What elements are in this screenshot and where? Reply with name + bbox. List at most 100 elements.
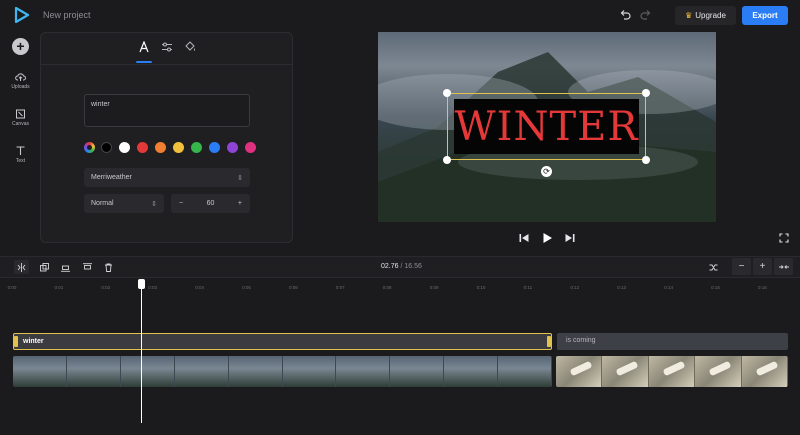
skip-forward-icon[interactable] xyxy=(564,232,576,244)
ruler-tick-label: 0:09 xyxy=(429,285,439,290)
video-thumbnail xyxy=(390,356,445,387)
swatch-white[interactable] xyxy=(119,142,130,153)
ruler-tick-label: 0:03 xyxy=(148,285,158,290)
font-size-value: 60 xyxy=(206,200,215,207)
selection-box[interactable] xyxy=(447,93,646,160)
upgrade-button[interactable]: ♛ Upgrade xyxy=(675,6,736,25)
split-button[interactable] xyxy=(14,260,29,274)
trash-icon xyxy=(105,263,112,272)
ruler-tick-label: 0:00 xyxy=(7,285,17,290)
rotate-handle-icon[interactable]: ⟳ xyxy=(541,166,552,177)
resize-handle-top-right[interactable] xyxy=(642,89,650,97)
color-picker-button[interactable] xyxy=(84,142,95,153)
video-thumbnail xyxy=(602,356,649,387)
skip-back-icon[interactable] xyxy=(518,232,530,244)
text-icon xyxy=(16,146,25,155)
swatch-orange[interactable] xyxy=(155,142,166,153)
ruler-tick-label: 0:13 xyxy=(617,285,627,290)
rail-item-uploads[interactable]: Uploads xyxy=(3,72,38,90)
current-time: 02.76 xyxy=(381,263,399,270)
font-family-select[interactable]: Merriweather ⇕ xyxy=(84,168,250,187)
clip-trim-handle-left[interactable] xyxy=(14,336,18,347)
font-style-value: Normal xyxy=(91,200,114,207)
rail-item-canvas[interactable]: Canvas xyxy=(3,109,38,127)
chevron-updown-icon: ⇕ xyxy=(151,200,157,208)
duplicate-button[interactable] xyxy=(37,260,52,274)
swatch-green[interactable] xyxy=(191,142,202,153)
rail-label-text: Text xyxy=(15,158,26,164)
ruler-tick-label: 0:04 xyxy=(195,285,204,290)
text-tab-icon[interactable] xyxy=(138,41,150,53)
video-thumbnail xyxy=(336,356,391,387)
ruler-tick-label: 0:07 xyxy=(335,285,345,290)
video-clip-snow[interactable] xyxy=(556,356,788,387)
expand-timeline-button[interactable] xyxy=(774,258,793,275)
time-separator: / xyxy=(400,263,403,270)
swatch-pink[interactable] xyxy=(245,142,256,153)
split-icon xyxy=(17,262,26,272)
video-thumbnail xyxy=(741,356,788,387)
video-thumbnail xyxy=(228,356,283,387)
align-bottom-button[interactable] xyxy=(58,260,73,274)
ruler-tick-label: 0:05 xyxy=(242,285,251,290)
delete-button[interactable] xyxy=(101,260,116,274)
redo-icon[interactable] xyxy=(640,9,652,21)
ruler-tick-label: 0:12 xyxy=(570,285,580,290)
time-display: 02.76 / 16.56 xyxy=(381,263,422,270)
swatch-yellow[interactable] xyxy=(173,142,184,153)
video-thumbnail xyxy=(695,356,742,387)
align-top-icon xyxy=(83,262,92,269)
chevron-updown-icon: ⇕ xyxy=(237,174,243,182)
text-content-input[interactable]: winter xyxy=(84,94,250,127)
text-clip-winter[interactable]: winter xyxy=(13,333,552,350)
text-clip-label: winter xyxy=(23,338,44,345)
rail-item-text[interactable]: Text xyxy=(3,145,38,164)
zoom-in-button[interactable]: + xyxy=(753,258,772,275)
video-thumbnail xyxy=(13,356,67,387)
ruler-tick-label: 0:01 xyxy=(54,285,64,290)
add-media-button[interactable]: + xyxy=(12,38,29,55)
align-top-button[interactable] xyxy=(80,260,95,274)
total-time: 16.56 xyxy=(404,263,422,270)
font-family-value: Merriweather xyxy=(91,174,132,181)
clip-trim-handle-right[interactable] xyxy=(547,336,551,347)
playhead-handle[interactable] xyxy=(138,279,145,289)
panel-divider xyxy=(41,64,292,65)
swatch-blue[interactable] xyxy=(209,142,220,153)
resize-handle-bottom-right[interactable] xyxy=(642,156,650,164)
video-clip-mountain[interactable] xyxy=(13,356,552,387)
project-title[interactable]: New project xyxy=(43,10,91,20)
resize-handle-top-left[interactable] xyxy=(443,89,451,97)
play-icon[interactable] xyxy=(541,232,553,244)
crown-icon: ♛ xyxy=(685,11,693,20)
ruler-tick-label: 0:06 xyxy=(289,285,298,290)
undo-icon[interactable] xyxy=(619,9,631,21)
video-thumbnail xyxy=(66,356,121,387)
swatch-purple[interactable] xyxy=(227,142,238,153)
adjust-tab-icon[interactable] xyxy=(161,41,173,53)
resize-handle-bottom-left[interactable] xyxy=(443,156,451,164)
swatch-red[interactable] xyxy=(137,142,148,153)
font-size-stepper[interactable]: − 60 + xyxy=(171,194,250,213)
ruler-tick-label: 0:10 xyxy=(476,285,486,290)
video-thumbnail xyxy=(648,356,696,387)
decrease-size-button[interactable]: − xyxy=(179,200,183,207)
swatch-black[interactable] xyxy=(101,142,112,153)
fill-bucket-tab-icon[interactable] xyxy=(184,41,196,53)
export-button[interactable]: Export xyxy=(742,6,788,25)
collapse-arrows-icon xyxy=(778,264,789,269)
canvas-icon xyxy=(16,109,25,119)
playhead[interactable] xyxy=(141,279,142,423)
video-thumbnail xyxy=(282,356,337,387)
increase-size-button[interactable]: + xyxy=(238,200,242,207)
fit-timeline-button[interactable] xyxy=(706,260,721,274)
ruler-tick-label: 0:11 xyxy=(523,285,533,290)
zoom-out-button[interactable]: − xyxy=(732,258,751,275)
upload-cloud-icon xyxy=(15,73,26,81)
fullscreen-icon[interactable] xyxy=(779,233,789,243)
font-style-select[interactable]: Normal ⇕ xyxy=(84,194,164,213)
ruler-tick-label: 0:02 xyxy=(101,285,111,290)
text-clip-label: is coming xyxy=(566,337,596,344)
text-clip-is-coming[interactable]: is coming xyxy=(557,333,788,350)
video-thumbnail xyxy=(120,356,175,387)
